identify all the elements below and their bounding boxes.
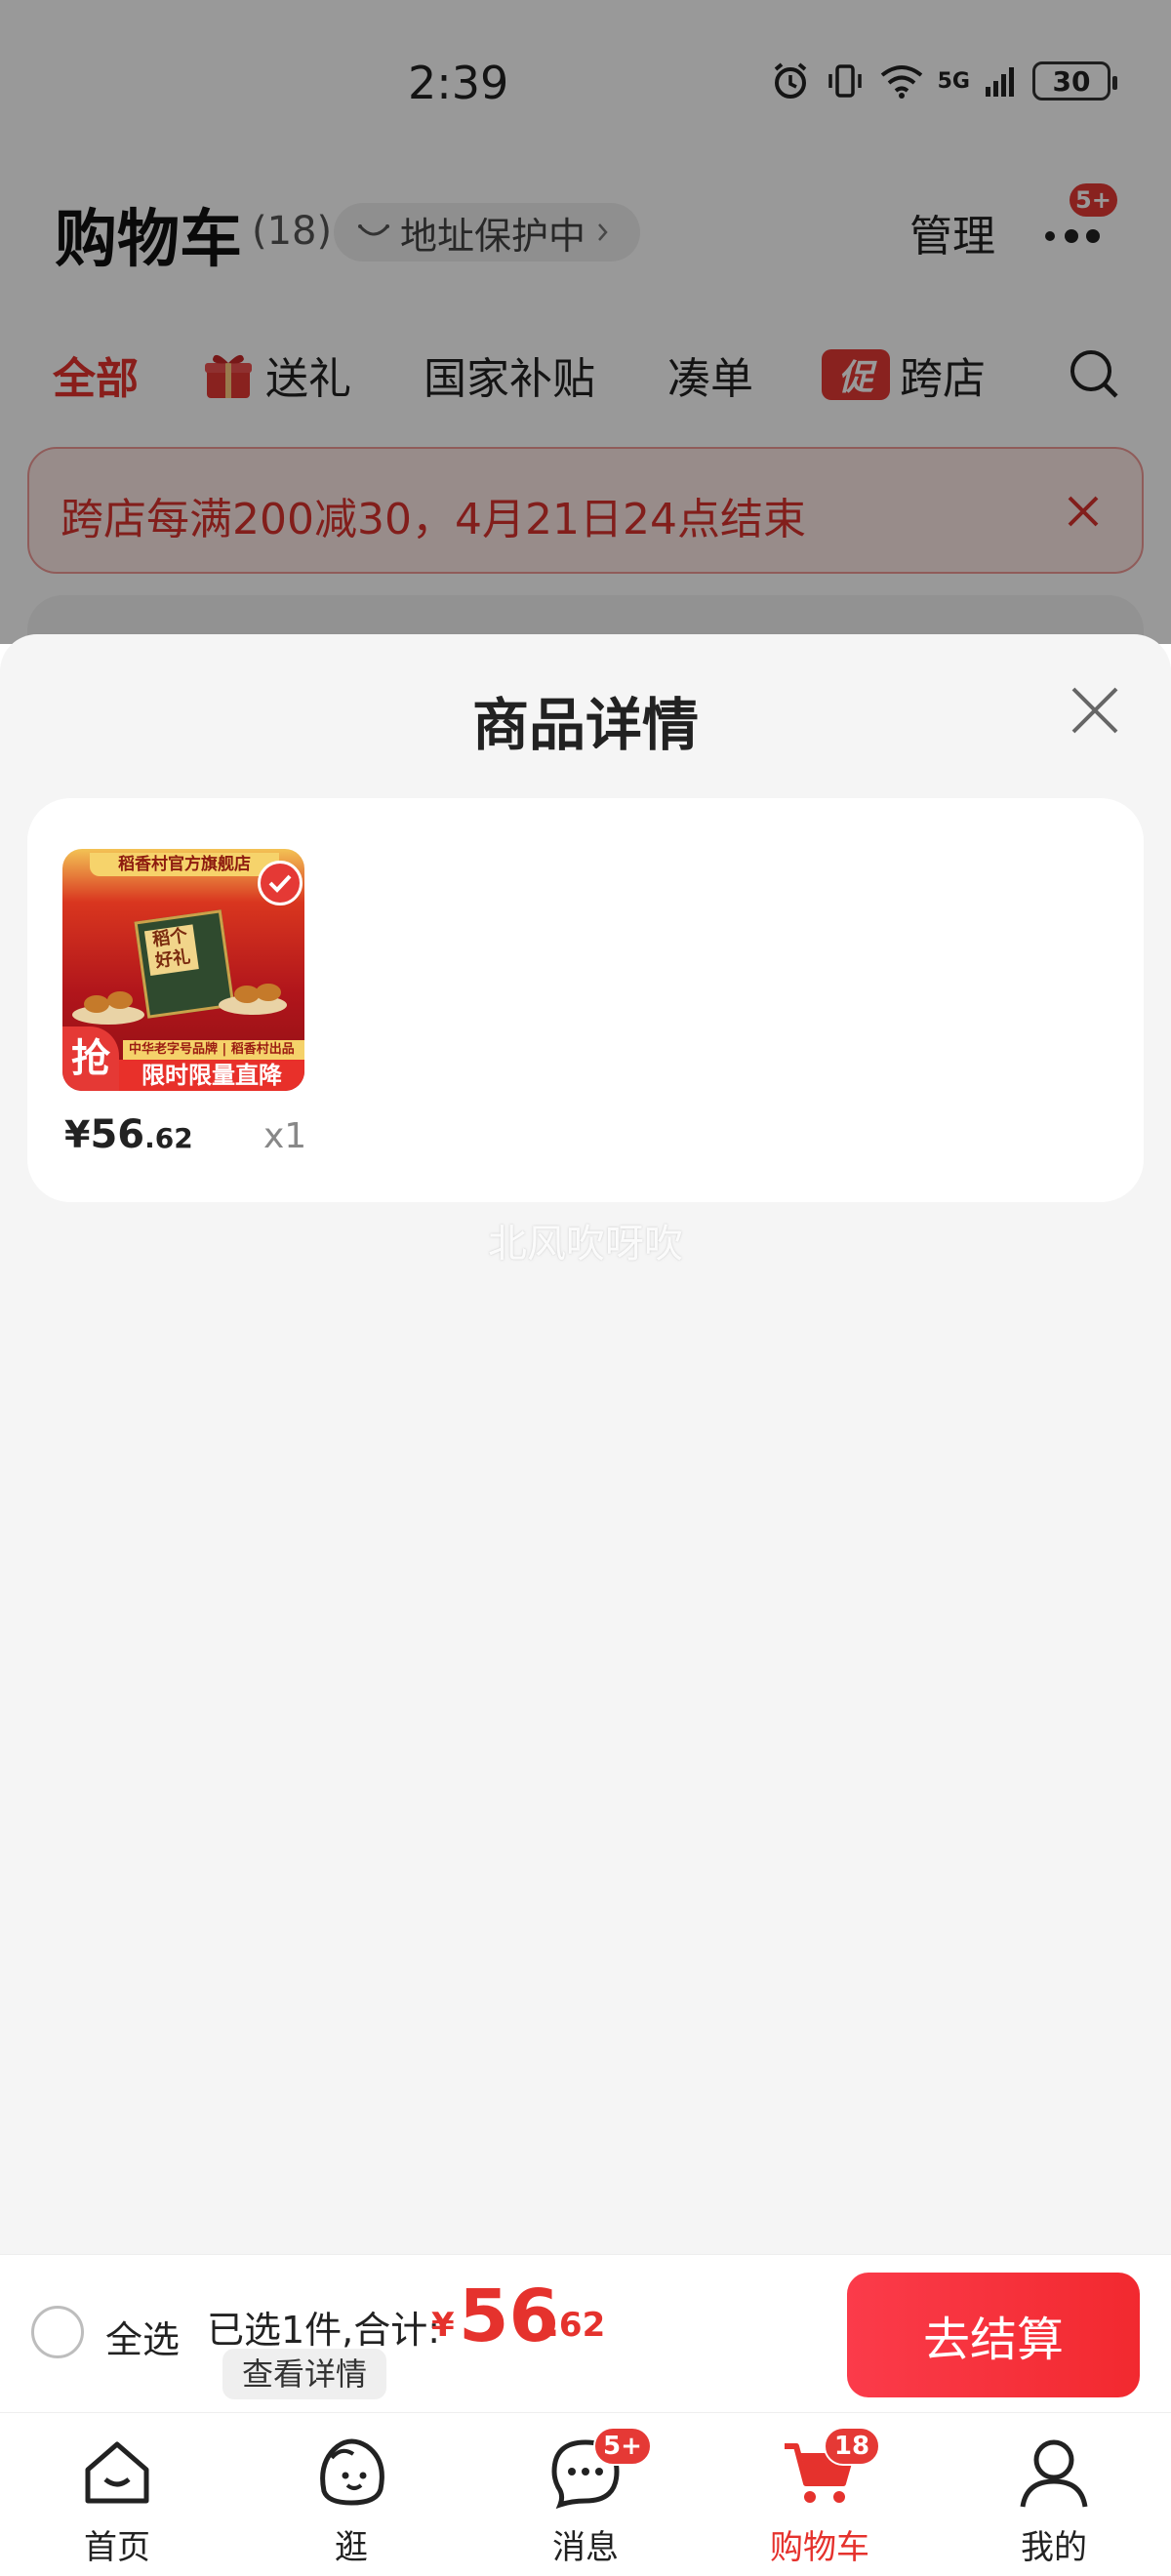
nav-home[interactable]: 首页 [39,2433,195,2569]
nav-label: 我的 [1021,2528,1087,2567]
grab-badge: 抢 [62,1026,119,1091]
nav-messages[interactable]: 5+ 消息 [507,2427,664,2569]
price-integer: 56 [90,1112,145,1157]
price-decimal: .62 [144,1122,193,1154]
item-price: ¥56.62 [64,1112,193,1157]
bottom-nav: 首页 逛 5+ 消息 18 购物车 我的 [0,2412,1171,2576]
nav-label: 购物车 [770,2528,869,2567]
dim-overlay[interactable] [0,0,1171,644]
nav-label: 逛 [335,2528,368,2567]
product-detail-sheet: 商品详情 稻香村官方旗舰店 稻个好礼 抢 中华老字号品牌 | 稻香村出品 限时限… [0,634,1171,2254]
total-integer: 56 [459,2274,559,2358]
close-icon[interactable] [1068,683,1122,738]
select-all-label[interactable]: 全选 [105,2310,180,2363]
shop-band: 稻香村官方旗舰店 [90,853,279,876]
plate-graphic [72,1005,144,1025]
view-details-button[interactable]: 查看详情 [222,2349,387,2399]
checkout-bar: 全选 已选1件,合计: ¥ 56 .62 查看详情 去结算 [0,2254,1171,2412]
brand-strip: 中华老字号品牌 | 稻香村出品 [123,1040,304,1060]
selected-check-icon[interactable] [258,861,303,906]
nav-label: 消息 [552,2528,619,2567]
gift-box-label: 稻个好礼 [143,924,199,976]
cake-graphic [256,984,281,1001]
sheet-title: 商品详情 [471,692,699,758]
total-symbol: ¥ [431,2306,455,2345]
home-icon [85,2441,149,2504]
nav-label: 首页 [84,2528,150,2567]
promo-strip: 限时限量直降 [119,1060,304,1091]
message-badge: 5+ [593,2427,652,2466]
selected-item-card: 稻香村官方旗舰店 稻个好礼 抢 中华老字号品牌 | 稻香村出品 限时限量直降 ¥… [27,798,1144,1202]
checkout-button[interactable]: 去结算 [847,2273,1140,2397]
selection-summary: 已选1件,合计: [207,2309,441,2352]
select-all-radio[interactable] [31,2306,84,2358]
stroll-icon [320,2438,384,2506]
cake-graphic [107,991,133,1009]
check-icon [268,874,292,893]
cake-graphic [84,995,109,1013]
cart-badge: 18 [824,2427,880,2466]
nav-profile[interactable]: 我的 [976,2433,1132,2569]
item-quantity: x1 [263,1116,307,1156]
product-image[interactable]: 稻香村官方旗舰店 稻个好礼 抢 中华老字号品牌 | 稻香村出品 限时限量直降 [62,849,304,1091]
profile-icon [1020,2439,1088,2508]
price-symbol: ¥ [64,1113,91,1156]
nav-cart[interactable]: 18 购物车 [742,2427,898,2569]
nav-stroll[interactable]: 逛 [273,2433,429,2569]
checkout-button-label: 去结算 [922,2313,1064,2367]
watermark-text: 北风吹呀吹 [488,1222,683,1267]
total-decimal: .62 [546,2306,606,2345]
